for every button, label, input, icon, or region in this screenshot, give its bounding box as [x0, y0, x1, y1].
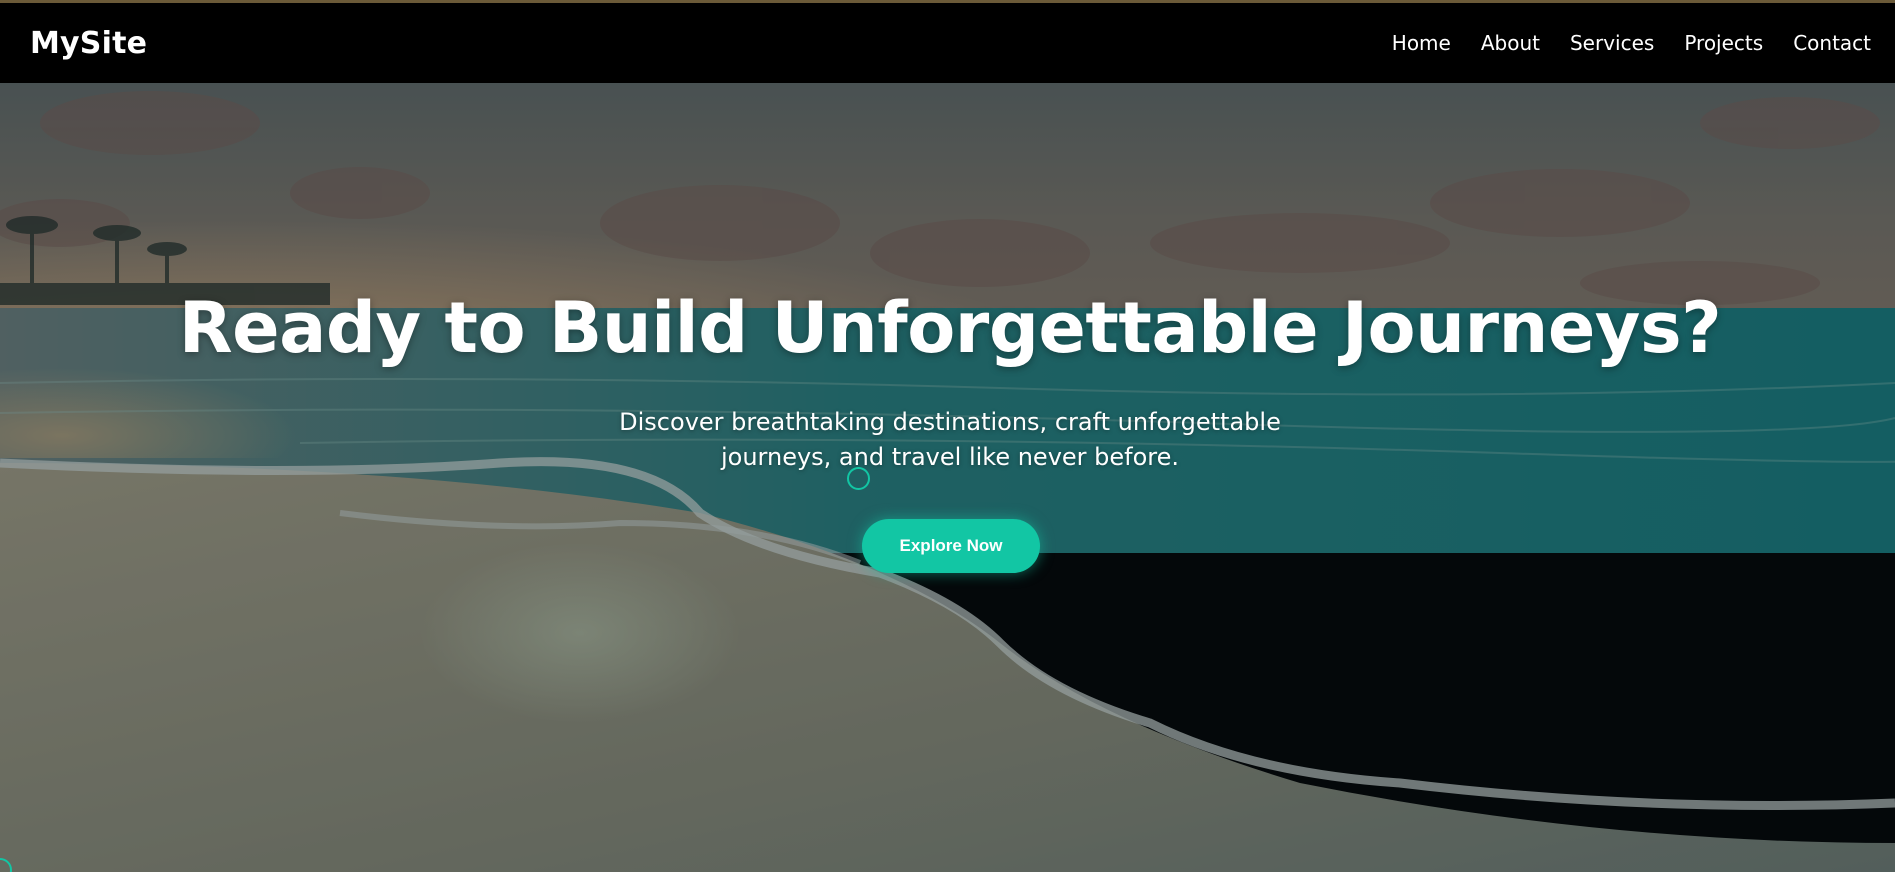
nav-link-contact[interactable]: Contact: [1793, 31, 1871, 55]
nav-links: Home About Services Projects Contact: [1392, 31, 1871, 55]
corner-ring-icon: [0, 858, 12, 872]
hero-title: Ready to Build Unforgettable Journeys?: [178, 287, 1722, 369]
page: MySite Home About Services Projects Cont…: [0, 0, 1895, 872]
nav-link-services[interactable]: Services: [1570, 31, 1654, 55]
cursor-ring-icon: [847, 467, 870, 490]
hero-subtitle: Discover breathtaking destinations, craf…: [619, 408, 1281, 471]
hero-content: Ready to Build Unforgettable Journeys? D…: [0, 83, 1895, 872]
nav-link-home[interactable]: Home: [1392, 31, 1451, 55]
explore-now-button[interactable]: Explore Now: [862, 519, 1040, 573]
nav-link-about[interactable]: About: [1481, 31, 1540, 55]
hero-section: Ready to Build Unforgettable Journeys? D…: [0, 83, 1895, 872]
navbar: MySite Home About Services Projects Cont…: [0, 3, 1895, 83]
site-logo[interactable]: MySite: [30, 26, 147, 61]
nav-link-projects[interactable]: Projects: [1684, 31, 1763, 55]
